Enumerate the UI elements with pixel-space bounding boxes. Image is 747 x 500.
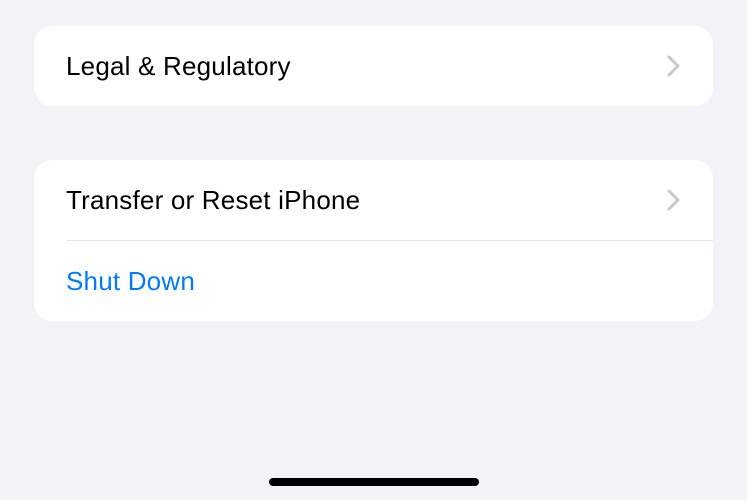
shut-down-row[interactable]: Shut Down — [34, 241, 713, 321]
chevron-right-icon — [667, 189, 681, 211]
legal-regulatory-row[interactable]: Legal & Regulatory — [34, 26, 713, 106]
settings-content: Legal & Regulatory Transfer or Reset iPh… — [0, 0, 747, 321]
home-indicator[interactable] — [269, 478, 479, 486]
transfer-reset-row[interactable]: Transfer or Reset iPhone — [34, 160, 713, 240]
legal-regulatory-label: Legal & Regulatory — [66, 51, 291, 82]
settings-group-system: Transfer or Reset iPhone Shut Down — [34, 160, 713, 321]
chevron-right-icon — [667, 55, 681, 77]
transfer-reset-label: Transfer or Reset iPhone — [66, 185, 360, 216]
settings-group-legal: Legal & Regulatory — [34, 26, 713, 106]
shut-down-label: Shut Down — [66, 266, 195, 297]
